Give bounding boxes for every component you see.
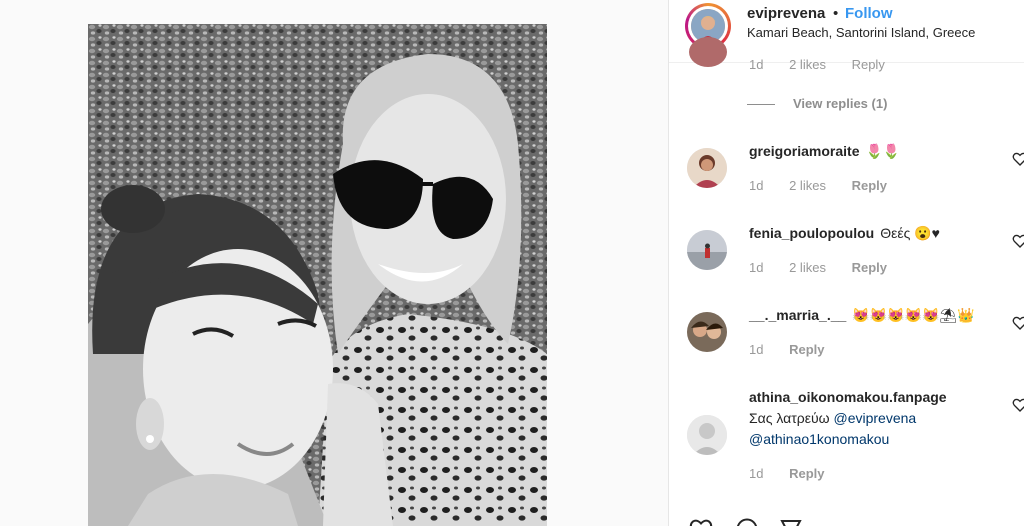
commenter-username[interactable]: greigoriamoraite <box>749 143 859 159</box>
photo-pane <box>0 0 668 526</box>
comment-time: 1d <box>749 260 764 275</box>
comment-time: 1d <box>749 57 764 72</box>
separator-dot: • <box>833 5 839 22</box>
comment-text: 🌷🌷 <box>865 143 901 159</box>
comment-meta: 1d Reply <box>749 342 847 357</box>
comment-body: fenia_poulopoulou Θεές 😮♥ <box>749 223 999 244</box>
comment-meta: 1d 2 likes Reply <box>749 178 909 193</box>
like-heart-icon[interactable] <box>1012 397 1024 413</box>
commenter-username[interactable]: __._marria_.__ <box>749 307 846 323</box>
commenter-avatar[interactable] <box>687 230 727 270</box>
like-heart-icon[interactable] <box>1012 151 1024 167</box>
comment-list: 1d 2 likes Reply View replies (1) greigo… <box>669 37 1024 526</box>
comment-icon[interactable] <box>735 517 759 526</box>
replies-line <box>747 104 775 106</box>
comments-sidebar: eviprevena • Follow Kamari Beach, Santor… <box>669 0 1024 526</box>
comment-text: Σας λατρεύω <box>749 410 830 426</box>
mention-link[interactable]: @athinao1konomakou <box>749 431 889 447</box>
comment-meta: 1d Reply <box>749 466 847 481</box>
mention-link[interactable]: @eviprevena <box>833 410 916 426</box>
like-heart-icon[interactable] <box>1012 233 1024 249</box>
reply-button[interactable]: Reply <box>852 178 887 193</box>
reply-button[interactable]: Reply <box>852 260 887 275</box>
reply-button[interactable]: Reply <box>789 342 824 357</box>
like-icon[interactable] <box>689 517 713 526</box>
comment-body: __._marria_.__ 😻😻😻😻😻⛱👑 <box>749 305 999 326</box>
view-replies-label: View replies (1) <box>793 96 888 111</box>
author-username[interactable]: eviprevena <box>747 5 825 22</box>
reply-button[interactable]: Reply <box>789 466 824 481</box>
comment-likes[interactable]: 2 likes <box>789 260 826 275</box>
comment-meta: 1d 2 likes Reply <box>749 260 909 275</box>
comment-time: 1d <box>749 466 764 481</box>
like-heart-icon[interactable] <box>1012 315 1024 331</box>
commenter-avatar[interactable] <box>687 415 727 455</box>
photo-image <box>88 24 547 526</box>
view-replies-button[interactable]: View replies (1) <box>747 96 887 111</box>
follow-button[interactable]: Follow <box>845 5 893 22</box>
post-actions <box>669 517 1024 526</box>
comment-likes[interactable]: 2 likes <box>789 178 826 193</box>
commenter-avatar[interactable] <box>687 312 727 352</box>
comment-text: 😻😻😻😻😻⛱👑 <box>852 307 975 323</box>
share-icon[interactable] <box>779 517 803 526</box>
comment-body: athina_oikonomakou.fanpage Σας λατρεύω @… <box>749 387 999 450</box>
comment-likes[interactable]: 2 likes <box>789 57 826 72</box>
comment-time: 1d <box>749 178 764 193</box>
post-location[interactable]: Kamari Beach, Santorini Island, Greece <box>747 25 975 40</box>
partial-comment-avatar[interactable] <box>689 37 727 67</box>
commenter-avatar[interactable] <box>687 148 727 188</box>
comment-text: Θεές 😮♥ <box>880 225 940 241</box>
post-photo[interactable] <box>88 24 547 526</box>
commenter-username[interactable]: fenia_poulopoulou <box>749 225 874 241</box>
partial-comment-meta: 1d 2 likes Reply <box>749 57 907 72</box>
commenter-username[interactable]: athina_oikonomakou.fanpage <box>749 389 947 405</box>
comment-body: greigoriamoraite 🌷🌷 <box>749 141 999 162</box>
comment-time: 1d <box>749 342 764 357</box>
reply-button[interactable]: Reply <box>852 57 885 72</box>
